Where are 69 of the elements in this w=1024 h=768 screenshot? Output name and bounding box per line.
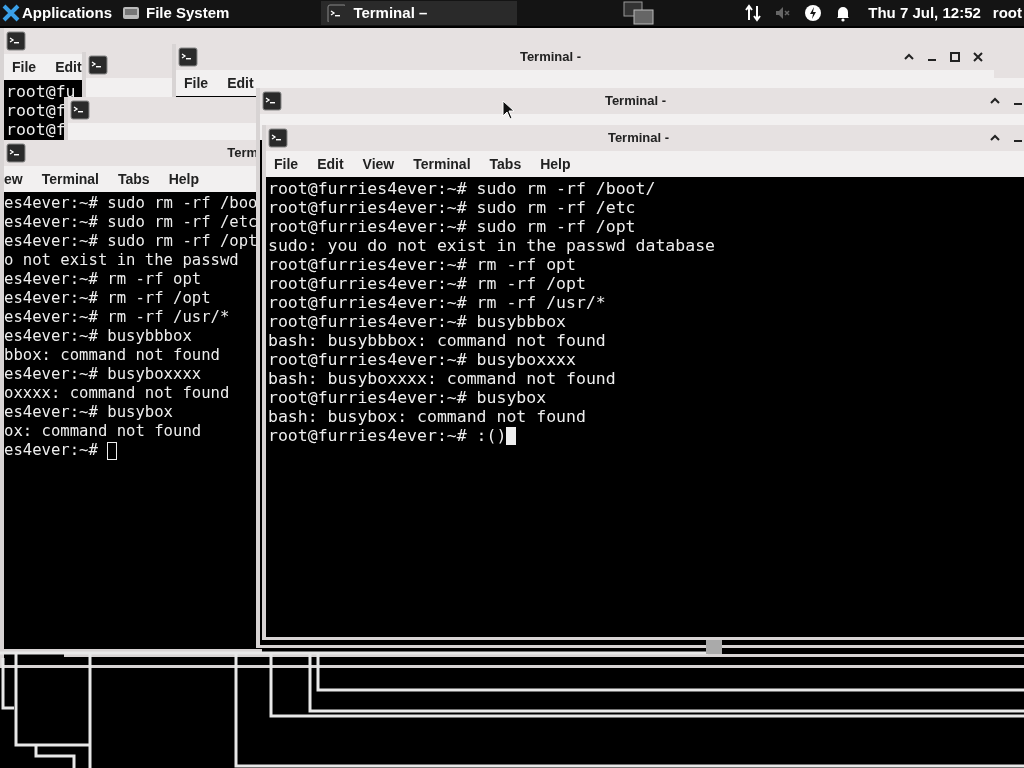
applications-menu[interactable]: Applications <box>22 1 112 25</box>
terminal-line: root@furries4ever:~# rm -rf /opt <box>268 274 586 293</box>
terminal-line: es4ever:~# rm -rf /usr/* <box>4 308 230 327</box>
taskbar-button[interactable]: Terminal – <box>321 1 518 25</box>
menu-item[interactable]: File <box>274 153 299 175</box>
drive-icon[interactable] <box>122 4 140 22</box>
terminal-line: es4ever:~# rm -rf opt <box>4 270 202 289</box>
terminal-line: es4ever:~# sudo rm -rf /boo <box>4 194 258 213</box>
menu-item[interactable]: Help <box>168 168 199 190</box>
terminal-line: ox: command not found <box>4 422 202 441</box>
terminal-line: root@furries4ever:~# rm -rf /usr/* <box>268 293 606 312</box>
terminal-line: root@furries4ever:~# :() <box>268 426 507 445</box>
file-system-place[interactable]: File System <box>146 1 230 25</box>
window-title: Terminal - <box>604 92 667 111</box>
window-title: Terminal - <box>607 129 670 148</box>
terminal-line: root@fu <box>6 82 76 101</box>
terminal-icon <box>88 55 108 75</box>
terminal-line: es4ever:~# sudo rm -rf /etc <box>4 213 258 232</box>
terminal-line: es4ever:~# rm -rf /opt <box>4 289 211 308</box>
terminal-line: bash: busybox: command not found <box>268 407 586 426</box>
terminal-icon <box>178 47 198 67</box>
network-arrows-icon[interactable] <box>744 4 763 22</box>
terminal-icon <box>268 128 288 148</box>
terminal-icon <box>70 100 90 120</box>
terminal-line: bash: busybbbox: command not found <box>268 331 606 350</box>
maximize-icon[interactable] <box>949 51 961 63</box>
terminal-line: es4ever:~# <box>4 441 99 460</box>
terminal-line: es4ever:~# busybbbox <box>4 327 192 346</box>
menu-item[interactable]: Edit <box>55 56 82 78</box>
terminal-icon <box>327 4 346 22</box>
terminal-line: root@furries4ever:~# sudo rm -rf /etc <box>268 198 636 217</box>
terminal-line: oxxxx: command not found <box>4 384 230 403</box>
menu-item[interactable]: Terminal <box>41 168 99 190</box>
terminal-line: es4ever:~# sudo rm -rf /opt <box>4 232 258 251</box>
terminal-line: root@furries4ever:~# busybox <box>268 388 547 407</box>
window-title: Terminal - <box>519 48 582 67</box>
menu-item[interactable]: File <box>12 56 37 78</box>
menu-item[interactable]: View <box>362 153 395 175</box>
clock[interactable]: Thu 7 Jul, 12:52 <box>868 1 981 25</box>
user-menu[interactable]: root <box>992 1 1022 25</box>
menu-item[interactable]: Terminal <box>413 153 471 175</box>
terminal-line: root@furries4ever:~# sudo rm -rf /boot/ <box>268 179 656 198</box>
terminal-line: root@furries4ever:~# rm -rf opt <box>268 255 576 274</box>
terminal-line: root@f <box>6 120 66 139</box>
terminal-line: root@furries4ever:~# busyboxxxx <box>268 350 576 369</box>
menu-item[interactable]: Edit <box>317 153 344 175</box>
menu-item[interactable]: Help <box>540 153 571 175</box>
terminal-line: bbox: command not found <box>4 346 220 365</box>
menu-item[interactable]: File <box>184 72 209 94</box>
terminal-line: root@furries4ever:~# busybbbox <box>268 312 566 331</box>
menu-item[interactable]: Tabs <box>118 168 150 190</box>
close-icon[interactable] <box>972 51 984 63</box>
mouse-pointer-icon <box>502 100 516 120</box>
power-icon[interactable] <box>804 4 823 22</box>
terminal-icon <box>262 91 282 111</box>
workspace-switcher-icon[interactable] <box>623 1 656 25</box>
terminal-line: es4ever:~# busybox <box>4 403 173 422</box>
terminal-line: o not exist in the passwd <box>4 251 239 270</box>
menu-item[interactable]: Tabs <box>489 153 522 175</box>
terminal-line: bash: busyboxxxx: command not found <box>268 369 616 388</box>
terminal-line: root@furries4ever:~# sudo rm -rf /opt <box>268 217 636 236</box>
apps-logo-icon <box>2 4 20 22</box>
terminal-icon <box>6 143 26 163</box>
terminal-line: es4ever:~# busyboxxxx <box>4 365 202 384</box>
menu-item[interactable]: ew <box>4 168 23 190</box>
menu-item[interactable]: Edit <box>227 72 254 94</box>
terminal-line: sudo: you do not exist in the passwd database <box>268 236 716 255</box>
terminal-line: root@f <box>6 101 66 120</box>
terminal-icon <box>6 31 26 51</box>
